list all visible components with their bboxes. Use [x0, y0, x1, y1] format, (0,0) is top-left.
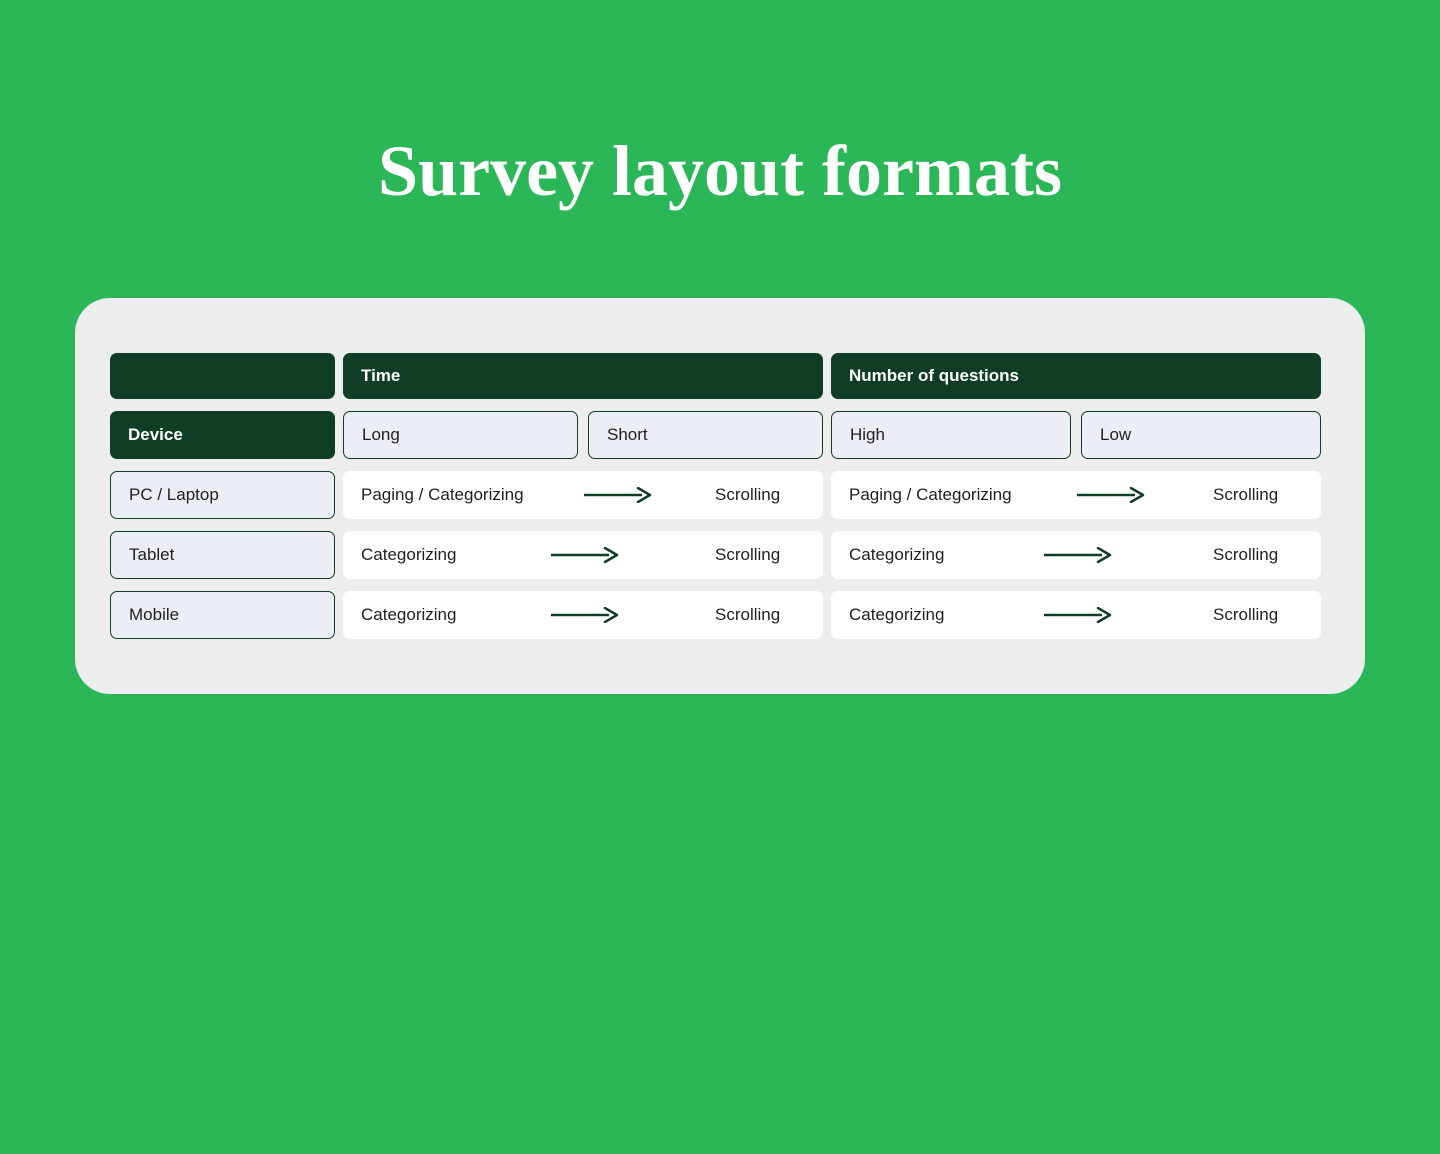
page-title: Survey layout formats [0, 130, 1440, 213]
value-mobile-questions: Categorizing Scrolling [831, 591, 1321, 639]
arrow-right-icon [954, 607, 1203, 623]
value-mobile-time-from: Categorizing [361, 605, 456, 625]
subheader-q-high: High [831, 411, 1071, 459]
header-blank [110, 353, 335, 399]
value-tablet-time-to: Scrolling [715, 545, 805, 565]
subheader-time-short: Short [588, 411, 823, 459]
value-mobile-time-to: Scrolling [715, 605, 805, 625]
value-pc-time: Paging / Categorizing Scrolling [343, 471, 823, 519]
header-questions: Number of questions [831, 353, 1321, 399]
subheader-time: Long Short [343, 411, 823, 459]
value-mobile-time: Categorizing Scrolling [343, 591, 823, 639]
header-device: Device [110, 411, 335, 459]
value-tablet-time: Categorizing Scrolling [343, 531, 823, 579]
arrow-right-icon [954, 547, 1203, 563]
subheader-questions: High Low [831, 411, 1321, 459]
value-pc-q-from: Paging / Categorizing [849, 485, 1012, 505]
value-pc-time-from: Paging / Categorizing [361, 485, 524, 505]
value-tablet-questions: Categorizing Scrolling [831, 531, 1321, 579]
device-pc-laptop: PC / Laptop [110, 471, 335, 519]
header-time: Time [343, 353, 823, 399]
value-pc-questions: Paging / Categorizing Scrolling [831, 471, 1321, 519]
table-grid: Time Number of questions Device Long Sho… [110, 353, 1330, 639]
value-mobile-q-to: Scrolling [1213, 605, 1303, 625]
device-tablet: Tablet [110, 531, 335, 579]
arrow-right-icon [466, 607, 705, 623]
arrow-right-icon [466, 547, 705, 563]
arrow-right-icon [1022, 487, 1203, 503]
subheader-q-low: Low [1081, 411, 1321, 459]
table-card: Time Number of questions Device Long Sho… [75, 298, 1365, 694]
value-mobile-q-from: Categorizing [849, 605, 944, 625]
value-pc-time-to: Scrolling [715, 485, 805, 505]
arrow-right-icon [534, 487, 705, 503]
subheader-time-long: Long [343, 411, 578, 459]
value-tablet-time-from: Categorizing [361, 545, 456, 565]
value-pc-q-to: Scrolling [1213, 485, 1303, 505]
device-mobile: Mobile [110, 591, 335, 639]
value-tablet-q-to: Scrolling [1213, 545, 1303, 565]
value-tablet-q-from: Categorizing [849, 545, 944, 565]
